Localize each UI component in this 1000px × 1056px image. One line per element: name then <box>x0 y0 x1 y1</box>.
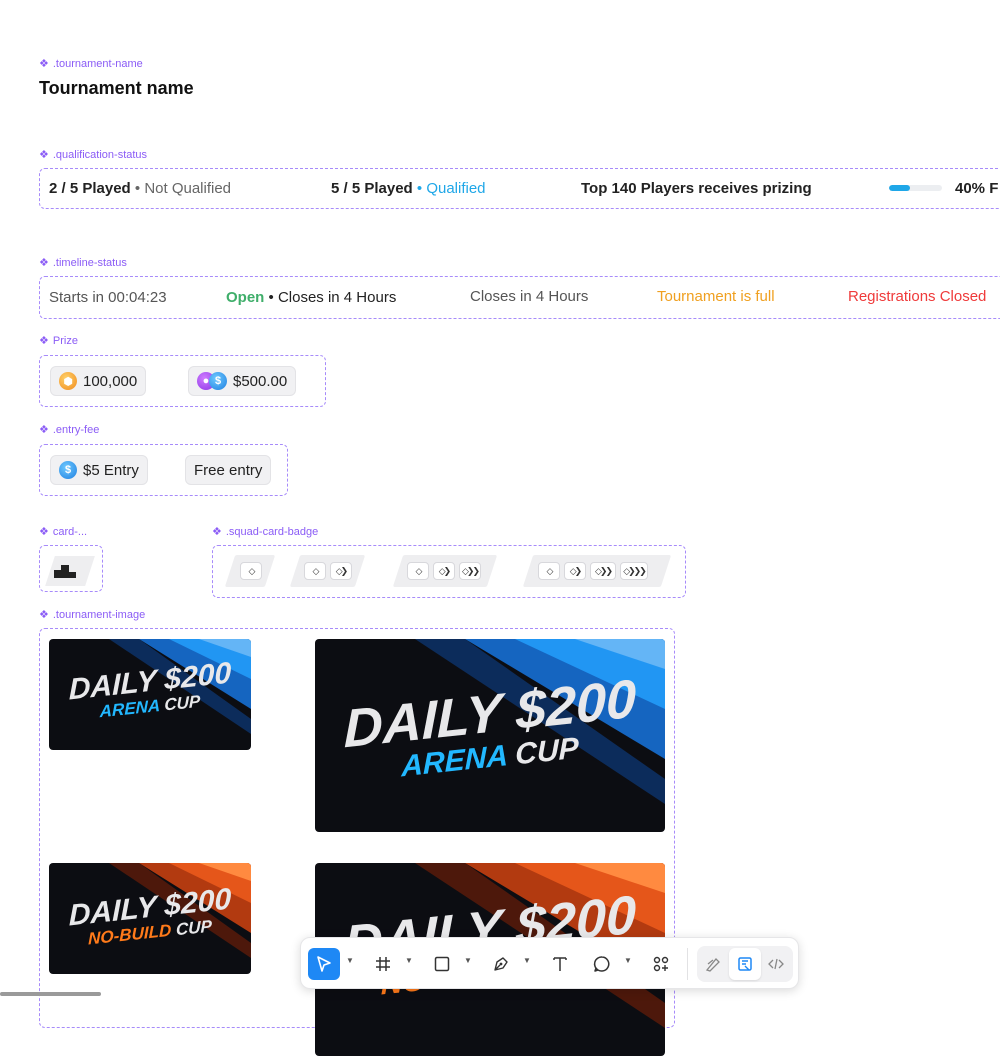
rank-double-chevron-icon: ◇❯ <box>330 562 352 580</box>
rank-double-chevron-icon: ◇❯ <box>433 562 455 580</box>
rank-chevron-icon: ◇ <box>538 562 560 580</box>
code-icon <box>768 958 784 970</box>
rank-chevron-icon: ◇ <box>240 562 262 580</box>
dollar-coin-icon: $ <box>59 461 77 479</box>
banner-nobuild-small: DAILY $200 NO-BUILD CUP <box>49 863 251 974</box>
dev-mode-button[interactable] <box>760 948 792 980</box>
rank-triple-chevron-icon: ◇❯❯ <box>590 562 616 580</box>
comment-tool-button[interactable] <box>586 948 618 980</box>
chevron-down-icon[interactable]: ▼ <box>405 956 413 965</box>
qualification-qualified: 5 / 5 Played • Qualified <box>331 180 486 197</box>
component-label-prize: ❖ Prize <box>39 334 78 348</box>
chevron-down-icon[interactable]: ▼ <box>523 956 531 965</box>
move-tool-button[interactable] <box>308 948 340 980</box>
actions-icon <box>653 956 669 972</box>
progress-bar-fill <box>889 185 911 191</box>
rank-chevron-icon: ◇ <box>407 562 429 580</box>
banner-arena-large: DAILY $200 ARENA CUP <box>315 639 665 832</box>
component-label-qualification-status: ❖ .qualification-status <box>39 148 148 162</box>
squad-badge-level-3: ◇ ◇❯ ◇❯❯ <box>393 555 495 587</box>
tournament-name: Tournament name <box>39 78 194 98</box>
component-label-tournament-name: ❖ .tournament-name <box>39 57 143 71</box>
draw-icon <box>705 958 720 972</box>
text-tool-button[interactable] <box>544 948 576 980</box>
chevron-down-icon[interactable]: ▼ <box>624 956 632 965</box>
component-icon: ❖ <box>39 257 49 269</box>
component-icon: ❖ <box>39 58 49 70</box>
pointer-icon <box>317 956 331 972</box>
design-icon <box>738 957 752 971</box>
component-icon: ❖ <box>212 526 222 538</box>
timeline-open: Open • Closes in 4 Hours <box>226 289 397 306</box>
draw-mode-button[interactable] <box>697 948 729 980</box>
pen-tool-button[interactable] <box>485 948 517 980</box>
rank-chevron-icon: ◇ <box>304 562 326 580</box>
qualification-not-qualified: 2 / 5 Played • Not Qualified <box>49 180 232 197</box>
progress-text: 40% F <box>955 180 999 197</box>
squad-badge-level-2: ◇ ◇❯ <box>290 555 366 587</box>
text-icon <box>553 957 567 971</box>
rank-triple-chevron-icon: ◇❯❯ <box>459 562 481 580</box>
coin-icon: ⬢ <box>59 372 77 390</box>
horizontal-scrollbar[interactable] <box>0 992 101 996</box>
frame-tool-button[interactable] <box>367 948 399 980</box>
chevron-down-icon[interactable]: ▼ <box>464 956 472 965</box>
entry-fee-free-pill: Free entry <box>185 455 272 485</box>
component-icon: ❖ <box>39 609 49 621</box>
rectangle-icon <box>434 956 450 972</box>
frame-icon <box>376 957 390 971</box>
design-mode-button[interactable] <box>729 948 761 980</box>
prize-coins-pill: ⬢ 100,000 <box>50 366 147 396</box>
prize-cash-pill: ● $ $500.00 <box>188 366 297 396</box>
component-label-tournament-image: ❖ .tournament-image <box>39 608 146 622</box>
rank-double-chevron-icon: ◇❯ <box>564 562 586 580</box>
component-icon: ❖ <box>39 335 49 347</box>
actions-tool-button[interactable] <box>645 948 677 980</box>
podium-icon <box>54 565 76 578</box>
timeline-closed: Registrations Closed <box>848 288 987 305</box>
design-toolbar: ▼ ▼ ▼ ▼ ▼ <box>300 937 799 989</box>
progress-bar <box>889 185 942 191</box>
prizing-info: Top 140 Players receives prizing <box>581 180 812 197</box>
component-icon: ❖ <box>39 526 49 538</box>
component-label-entry-fee: ❖ .entry-fee <box>39 423 100 437</box>
timeline-full: Tournament is full <box>657 288 775 305</box>
entry-fee-paid-pill: $ $5 Entry <box>50 455 148 485</box>
component-label-timeline-status: ❖ .timeline-status <box>39 256 127 270</box>
timeline-closes: Closes in 4 Hours <box>470 288 589 305</box>
shape-tool-button[interactable] <box>426 948 458 980</box>
component-icon: ❖ <box>39 149 49 161</box>
squad-badge-level-1: ◇ <box>226 555 276 587</box>
timeline-starts: Starts in 00:04:23 <box>49 289 167 306</box>
banner-arena-small: DAILY $200 ARENA CUP <box>49 639 251 750</box>
component-label-squad-card-badge: ❖ .squad-card-badge <box>212 525 319 539</box>
component-label-card: ❖ card-... <box>39 525 88 539</box>
pen-icon <box>494 957 508 971</box>
comment-icon <box>593 956 610 972</box>
squad-badge-level-4: ◇ ◇❯ ◇❯❯ ◇❯❯❯ <box>524 555 662 587</box>
rank-quad-chevron-icon: ◇❯❯❯ <box>620 562 648 580</box>
avatar-cash-icon: ● $ <box>197 372 227 390</box>
component-icon: ❖ <box>39 424 49 436</box>
chevron-down-icon[interactable]: ▼ <box>346 956 354 965</box>
